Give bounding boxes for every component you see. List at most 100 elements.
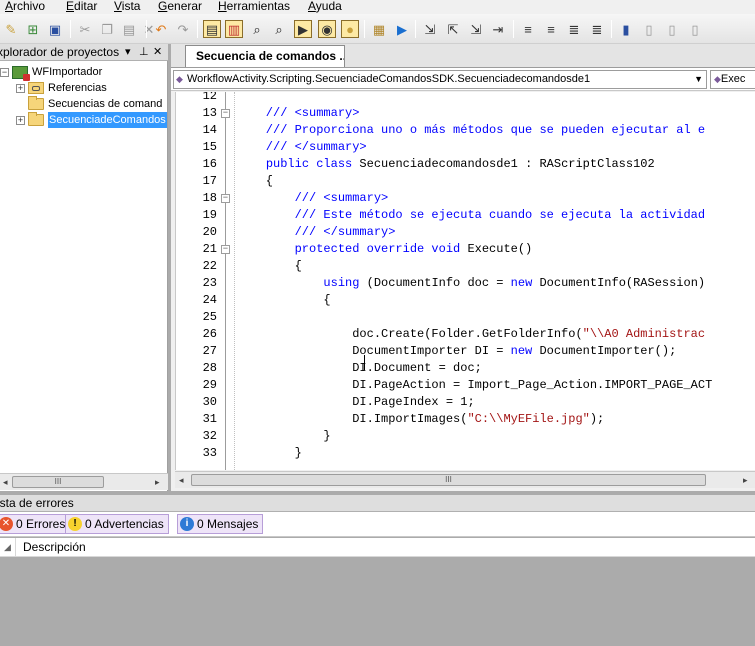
code-area[interactable]: 12 13− /// <summary> 14 /// Proporciona un… (175, 92, 755, 470)
code-line[interactable]: 33 } (176, 445, 755, 462)
errors-filter-button[interactable]: ✕ 0 Errores (0, 514, 71, 534)
code-line[interactable]: 13− /// <summary> (176, 105, 755, 122)
toggle-view-icon[interactable]: ▤ (203, 20, 221, 38)
tree-item-wfimportador[interactable]: − WFImportador (0, 64, 102, 81)
code-token: DI.PageAction = Import_Page_Action.IMPOR… (237, 378, 713, 392)
scroll-left-icon[interactable]: ◂ (3, 477, 8, 488)
code-line[interactable]: 24 { (176, 292, 755, 309)
menu-editar[interactable]: Editar (66, 0, 97, 13)
uncomment-icon[interactable]: ≣ (565, 20, 583, 38)
run-icon[interactable]: ▶ (393, 20, 411, 38)
scroll-left-icon[interactable]: ◂ (179, 475, 184, 486)
prev-bookmark-icon[interactable]: ▯ (663, 20, 681, 38)
warnings-filter-button[interactable]: ! 0 Advertencias (65, 514, 169, 534)
code-line[interactable]: 29 DI.PageAction = Import_Page_Action.IM… (176, 377, 755, 394)
code-line[interactable]: 12 (176, 92, 755, 105)
expand-icon[interactable]: + (16, 83, 25, 93)
code-line[interactable]: 21− protected override void Execute() (176, 241, 755, 258)
outdent-icon[interactable]: ≡ (519, 20, 537, 38)
pin-icon[interactable]: ⊥ (139, 44, 149, 60)
tab-secuencia-de-comandos[interactable]: Secuencia de comandos ... (185, 45, 345, 67)
code-line[interactable]: 32 } (176, 428, 755, 445)
indent-icon[interactable]: ⇥ (489, 20, 507, 38)
class-dropdown[interactable]: ◆ WorkflowActivity.Scripting.SecuenciadeC… (173, 70, 707, 89)
code-line[interactable]: 31 DI.ImportImages("C:\\MyEFile.jpg"); (176, 411, 755, 428)
menu-ayuda[interactable]: Ayuda (308, 0, 342, 13)
collapse-icon[interactable]: − (0, 67, 9, 77)
sort-icon[interactable]: ◢ (0, 538, 16, 557)
step-into-icon[interactable]: ⇲ (421, 20, 439, 38)
copy-icon[interactable]: ❐ (98, 20, 116, 38)
toggle-breakpoint-icon[interactable]: ▥ (225, 20, 243, 38)
line-number: 30 (202, 395, 217, 409)
collapse-region-icon[interactable]: − (221, 109, 230, 118)
menu-herramientas[interactable]: Herramientas (218, 0, 290, 13)
step-out-icon[interactable]: ⇲ (467, 20, 485, 38)
collapse-region-icon[interactable]: − (221, 194, 230, 203)
find-icon[interactable]: ⌕ (248, 20, 266, 38)
code-line[interactable]: 30 DI.PageIndex = 1; (176, 394, 755, 411)
code-line[interactable]: 28 DI.Document = doc; (176, 360, 755, 377)
dropdown-icon[interactable]: ▾ (125, 44, 131, 60)
code-line[interactable]: 20 /// </summary> (176, 224, 755, 241)
code-text: public class Secuenciadecomandosde1 : RA… (237, 156, 655, 173)
undo-icon[interactable]: ↶ (152, 20, 170, 38)
code-line[interactable]: 19 /// Este método se ejecuta cuando se … (176, 207, 755, 224)
menu-vista[interactable]: Vista (114, 0, 140, 13)
code-line[interactable]: 22 { (176, 258, 755, 275)
comment-icon[interactable]: ≡ (542, 20, 560, 38)
chevron-down-icon[interactable]: ▼ (694, 71, 703, 88)
bookmark-icon[interactable]: ≣ (588, 20, 606, 38)
paste-icon[interactable]: ▤ (120, 20, 138, 38)
step-over-icon[interactable]: ⇱ (444, 20, 462, 38)
close-icon[interactable]: ✕ (153, 44, 162, 60)
editor-horizontal-scrollbar[interactable]: ◂ III ▸ (175, 471, 755, 488)
expand-icon[interactable]: + (16, 115, 25, 125)
tree-item-label: SecuenciadeComandos (48, 112, 167, 128)
code-line[interactable]: 27 DocumentImporter DI = new DocumentImp… (176, 343, 755, 360)
code-line[interactable]: 26 doc.Create(Folder.GetFolderInfo("\\A0… (176, 326, 755, 343)
scroll-right-icon[interactable]: ▸ (155, 477, 160, 488)
menu-archivo[interactable]: Archivo (5, 0, 45, 13)
tree-item-referencias[interactable]: + Referencias (16, 80, 107, 96)
scroll-thumb[interactable]: III (191, 474, 706, 486)
find-next-icon[interactable]: ⌕ (270, 20, 288, 38)
tree-item-secuenciadecomandos[interactable]: + SecuenciadeComandos (16, 112, 167, 128)
warnings-count-label: 0 Advertencias (85, 517, 164, 531)
clear-bookmarks-icon[interactable]: ▯ (640, 20, 658, 38)
code-comment: /// Este método se ejecuta cuando se eje… (237, 208, 706, 222)
find-in-files-icon[interactable]: ▶ (294, 20, 312, 38)
tree-item-label: Referencias (48, 82, 107, 94)
folder-icon (28, 112, 44, 126)
class-dropdown-value: WorkflowActivity.Scripting.SecuenciadeCo… (187, 73, 591, 85)
next-bookmark-icon[interactable]: ▮ (617, 20, 635, 38)
build-icon[interactable]: ▦ (370, 20, 388, 38)
add-item-icon[interactable]: ⊞ (24, 20, 42, 38)
find-symbol-icon[interactable]: ◉ (318, 20, 336, 38)
messages-filter-button[interactable]: i 0 Mensajes (177, 514, 264, 534)
code-line[interactable]: 25 (176, 309, 755, 326)
scroll-right-icon[interactable]: ▸ (743, 475, 748, 486)
code-line[interactable]: 16 public class Secuenciadecomandosde1 :… (176, 156, 755, 173)
save-icon[interactable]: ▣ (46, 20, 64, 38)
scroll-thumb[interactable]: III (12, 476, 104, 488)
code-line[interactable]: 15 /// </summary> (176, 139, 755, 156)
project-icon (12, 65, 30, 81)
code-line[interactable]: 18− /// <summary> (176, 190, 755, 207)
collapse-region-icon[interactable]: − (221, 245, 230, 254)
bookmark-list-icon[interactable]: ▯ (686, 20, 704, 38)
member-dropdown[interactable]: ◆Exec (710, 70, 755, 89)
line-number: 33 (202, 446, 217, 460)
tree-item-secuencias-de-comandos[interactable]: Secuencias de comand (28, 96, 162, 112)
column-description[interactable]: Descripción (23, 538, 86, 557)
replace-icon[interactable]: ● (341, 20, 359, 38)
redo-icon[interactable]: ↷ (174, 20, 192, 38)
code-line[interactable]: 17 { (176, 173, 755, 190)
code-line[interactable]: 14 /// Proporciona uno o más métodos que… (176, 122, 755, 139)
new-project-icon[interactable]: ✎ (2, 20, 20, 38)
menu-generar[interactable]: Generar (158, 0, 202, 13)
code-line[interactable]: 23 using (DocumentInfo doc = new Documen… (176, 275, 755, 292)
cut-icon[interactable]: ✂ (76, 20, 94, 38)
explorer-horizontal-scrollbar[interactable]: ◂ III ▸ (0, 473, 168, 490)
line-number: 14 (202, 123, 217, 137)
